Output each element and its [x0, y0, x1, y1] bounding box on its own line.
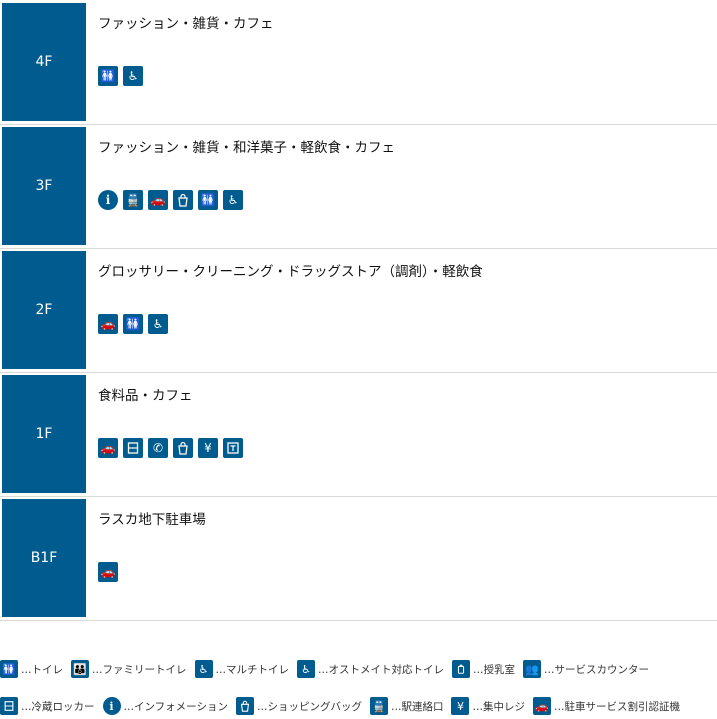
multi-toilet-icon: ♿: [148, 314, 168, 334]
floor-label: 3F: [2, 127, 86, 245]
facility-icons: 🚗: [98, 562, 118, 582]
legend-item: 🚆 …駅連絡口: [369, 697, 444, 715]
ostomate-icon: ♿: [297, 660, 315, 678]
legend-item: ¥ …集中レジ: [451, 697, 525, 715]
shopping-bag-icon: [235, 697, 254, 715]
floor-description: 食料品・カフェ: [98, 388, 193, 404]
facility-icons: 🚗 🚻 ♿: [98, 314, 168, 334]
atm-icon: [223, 438, 243, 458]
legend-item: 👪 …ファミリートイレ: [71, 660, 187, 678]
service-counter-icon: 👥: [523, 660, 541, 678]
legend-item: 🚗 …駐車サービス割引認証機: [532, 697, 680, 715]
legend-label: …集中レジ: [472, 700, 525, 713]
floor-row-1f: 1F 食料品・カフェ 🚗 ✆ ¥: [0, 372, 717, 497]
yen-icon: ¥: [451, 697, 470, 715]
locker-icon: [0, 697, 18, 715]
legend-label: …ショッピングバッグ: [256, 700, 362, 713]
floor-row-2f: 2F グロッサリー・クリーニング・ドラッグストア（調剤）・軽飲食 🚗 🚻 ♿: [0, 248, 717, 373]
legend-item: ♿ …マルチトイレ: [194, 660, 290, 678]
shopping-bag-icon: [173, 190, 193, 210]
legend-label: …トイレ: [21, 663, 63, 676]
shopping-bag-icon: [173, 438, 193, 458]
floor-row-3f: 3F ファッション・雑貨・和洋菓子・軽飲食・カフェ i 🚆 🚗 🚻 ♿: [0, 124, 717, 249]
toilet-icon: 🚻: [198, 190, 218, 210]
legend-row: …冷蔵ロッカー i …インフォメーション …ショッピングバッグ 🚆 …駅連絡口 …: [0, 695, 688, 717]
legend-item: …冷蔵ロッカー: [0, 697, 95, 715]
floor-label: B1F: [2, 499, 86, 617]
information-icon: i: [102, 697, 121, 715]
locker-icon: [123, 438, 143, 458]
toilet-icon: 🚻: [98, 66, 118, 86]
legend-label: …インフォメーション: [123, 700, 228, 713]
nursing-room-icon: [452, 660, 470, 678]
toilet-icon: 🚻: [123, 314, 143, 334]
legend-label: …サービスカウンター: [544, 663, 649, 676]
facility-icons: i 🚆 🚗 🚻 ♿: [98, 190, 243, 210]
legend-label: …駐車サービス割引認証機: [553, 700, 680, 713]
ostomate-icon: ♿: [123, 66, 143, 86]
parking-icon: 🚗: [532, 697, 551, 715]
floor-label: 1F: [2, 375, 86, 493]
legend-label: …オストメイト対応トイレ: [318, 663, 444, 676]
floor-description: ファッション・雑貨・カフェ: [98, 16, 274, 32]
family-toilet-icon: 👪: [71, 660, 89, 678]
legend-item: 👥 …サービスカウンター: [523, 660, 649, 678]
legend-row: 🚻 …トイレ 👪 …ファミリートイレ ♿ …マルチトイレ ♿ …オストメイト対応…: [0, 658, 657, 680]
legend-item: 🚻 …トイレ: [0, 660, 63, 678]
information-icon: i: [98, 190, 118, 210]
multi-toilet-icon: ♿: [194, 660, 213, 678]
phone-icon: ✆: [148, 438, 168, 458]
facility-icons: 🚗 ✆ ¥: [98, 438, 243, 458]
legend-label: …授乳室: [473, 663, 515, 676]
toilet-icon: 🚻: [0, 660, 18, 678]
parking-icon: 🚗: [148, 190, 168, 210]
station-gate-icon: 🚆: [369, 697, 388, 715]
parking-icon: 🚗: [98, 562, 118, 582]
yen-icon: ¥: [198, 438, 218, 458]
floor-description: グロッサリー・クリーニング・ドラッグストア（調剤）・軽飲食: [98, 264, 483, 280]
legend-item: …授乳室: [452, 660, 515, 678]
floor-label: 2F: [2, 251, 86, 369]
legend-label: …マルチトイレ: [215, 663, 290, 676]
parking-icon: 🚗: [98, 314, 118, 334]
station-gate-icon: 🚆: [123, 190, 143, 210]
parking-icon: 🚗: [98, 438, 118, 458]
floor-description: ファッション・雑貨・和洋菓子・軽飲食・カフェ: [98, 140, 395, 156]
legend-item: ♿ …オストメイト対応トイレ: [297, 660, 444, 678]
legend-label: …冷蔵ロッカー: [21, 700, 95, 713]
floor-label: 4F: [2, 3, 86, 121]
floor-description: ラスカ地下駐車場: [98, 512, 206, 528]
legend-item: i …インフォメーション: [102, 697, 228, 715]
facility-icons: 🚻 ♿: [98, 66, 143, 86]
legend-item: …ショッピングバッグ: [235, 697, 362, 715]
legend-label: …ファミリートイレ: [92, 663, 187, 676]
legend-label: …駅連絡口: [390, 700, 444, 713]
multi-toilet-icon: ♿: [223, 190, 243, 210]
floor-row-4f: 4F ファッション・雑貨・カフェ 🚻 ♿: [0, 0, 717, 125]
floor-row-b1f: B1F ラスカ地下駐車場 🚗: [0, 496, 717, 621]
